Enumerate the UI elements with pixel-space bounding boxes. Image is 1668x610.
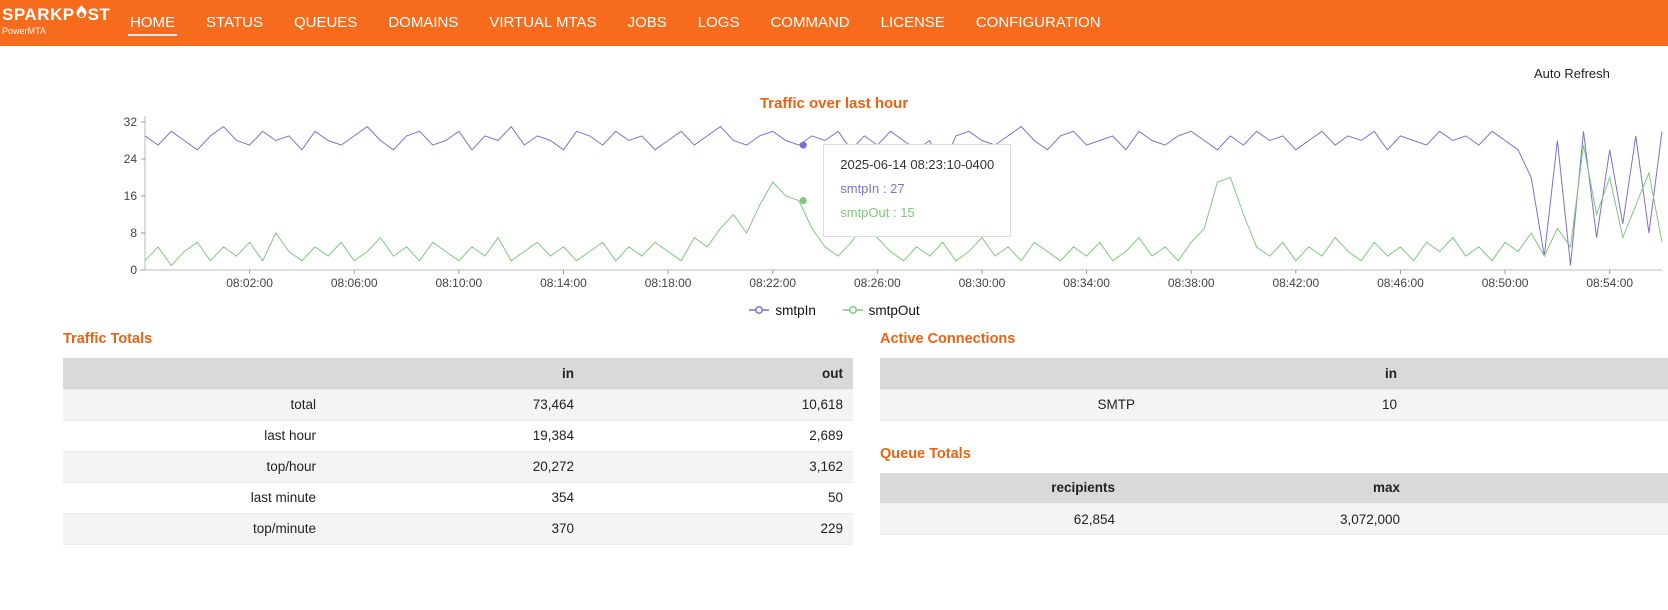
svg-text:08:46:00: 08:46:00 — [1377, 276, 1424, 290]
column-header-recipients: recipients — [880, 473, 1125, 504]
nav-item-queues[interactable]: QUEUES — [292, 10, 359, 36]
nav-item-command[interactable]: COMMAND — [768, 10, 851, 36]
active-connections-table: in SMTP 10 — [880, 358, 1668, 421]
top-nav-bar: SPARKP ST PowerMTA HOME STATUS QUEUES DO… — [0, 0, 1668, 46]
table-row: last minute 354 50 — [63, 482, 853, 513]
smtpout-marker-icon — [842, 304, 864, 316]
svg-text:08:34:00: 08:34:00 — [1063, 276, 1110, 290]
cell-max: 3,072,000 — [1125, 504, 1410, 535]
cell-cut — [1410, 504, 1668, 535]
svg-text:8: 8 — [130, 226, 137, 240]
logo-text-left: SPARKP — [2, 6, 75, 23]
cell-out: 229 — [584, 513, 853, 544]
nav-item-domains[interactable]: DOMAINS — [386, 10, 460, 36]
tooltip-smtpin-value: smtpIn : 27 — [840, 181, 994, 196]
nav-item-jobs[interactable]: JOBS — [626, 10, 669, 36]
svg-text:08:26:00: 08:26:00 — [854, 276, 901, 290]
nav-item-home[interactable]: HOME — [128, 10, 177, 36]
table-row: total 73,464 10,618 — [63, 389, 853, 420]
cell-cut — [1407, 389, 1668, 420]
main-nav: HOME STATUS QUEUES DOMAINS VIRTUAL MTAS … — [128, 0, 1130, 46]
smtpin-marker-icon — [748, 304, 770, 316]
column-header-in: in — [326, 358, 584, 389]
traffic-totals-section: Traffic Totals in out total 73,464 10,61… — [63, 331, 853, 545]
nav-item-license[interactable]: LICENSE — [879, 10, 947, 36]
legend-item-smtpout: smtpOut — [842, 303, 920, 318]
flame-icon — [76, 5, 87, 22]
legend-label-smtpin: smtpIn — [775, 303, 816, 318]
column-header-blank — [63, 358, 326, 389]
svg-text:16: 16 — [124, 189, 138, 203]
tooltip-timestamp: 2025-06-14 08:23:10-0400 — [840, 157, 994, 172]
svg-text:0: 0 — [130, 263, 137, 277]
table-row: top/hour 20,272 3,162 — [63, 451, 853, 482]
row-label: total — [63, 389, 326, 420]
cell-out: 50 — [584, 482, 853, 513]
table-row: SMTP 10 — [880, 389, 1668, 420]
cell-recipients: 62,854 — [880, 504, 1125, 535]
cell-out: 3,162 — [584, 451, 853, 482]
cell-in: 20,272 — [326, 451, 584, 482]
table-row: 62,854 3,072,000 — [880, 504, 1668, 535]
active-connections-heading: Active Connections — [880, 331, 1668, 347]
sparkpost-logo: SPARKP ST PowerMTA — [2, 5, 110, 36]
svg-text:08:02:00: 08:02:00 — [226, 276, 273, 290]
svg-text:32: 32 — [124, 115, 138, 129]
column-header-in: in — [1145, 358, 1407, 389]
cell-in: 19,384 — [326, 420, 584, 451]
queue-totals-table: recipients max 62,854 3,072,000 — [880, 473, 1668, 536]
legend-item-smtpin: smtpIn — [748, 303, 816, 318]
right-column: Active Connections in SMTP 10 Queue Tota… — [880, 331, 1668, 535]
queue-totals-heading: Queue Totals — [880, 446, 1668, 462]
svg-text:08:18:00: 08:18:00 — [645, 276, 692, 290]
svg-text:08:38:00: 08:38:00 — [1168, 276, 1215, 290]
table-header-row: in — [880, 358, 1668, 389]
svg-text:08:30:00: 08:30:00 — [959, 276, 1006, 290]
nav-item-configuration[interactable]: CONFIGURATION — [974, 10, 1103, 36]
svg-text:08:50:00: 08:50:00 — [1482, 276, 1529, 290]
table-header-row: recipients max — [880, 473, 1668, 504]
row-label: last minute — [63, 482, 326, 513]
cell-in: 370 — [326, 513, 584, 544]
chart-tooltip: 2025-06-14 08:23:10-0400 smtpIn : 27 smt… — [823, 144, 1011, 237]
cell-out: 2,689 — [584, 420, 853, 451]
auto-refresh-toggle[interactable]: Auto Refresh — [1534, 66, 1610, 81]
cell-out: 10,618 — [584, 389, 853, 420]
column-header-cut — [1407, 358, 1668, 389]
column-header-max: max — [1125, 473, 1410, 504]
svg-text:08:10:00: 08:10:00 — [436, 276, 483, 290]
cell-in: 354 — [326, 482, 584, 513]
logo-text-right: ST — [88, 6, 111, 23]
table-row: top/minute 370 229 — [63, 513, 853, 544]
row-label: last hour — [63, 420, 326, 451]
traffic-totals-heading: Traffic Totals — [63, 331, 853, 347]
nav-item-virtual-mtas[interactable]: VIRTUAL MTAS — [487, 10, 598, 36]
column-header-blank — [880, 358, 1145, 389]
svg-text:08:54:00: 08:54:00 — [1586, 276, 1633, 290]
table-header-row: in out — [63, 358, 853, 389]
svg-text:08:42:00: 08:42:00 — [1272, 276, 1319, 290]
logo-subtitle: PowerMTA — [2, 27, 110, 36]
tooltip-smtpout-value: smtpOut : 15 — [840, 205, 994, 220]
nav-item-logs[interactable]: LOGS — [696, 10, 742, 36]
column-header-out: out — [584, 358, 853, 389]
svg-text:08:22:00: 08:22:00 — [749, 276, 796, 290]
table-row: last hour 19,384 2,689 — [63, 420, 853, 451]
traffic-totals-table: in out total 73,464 10,618 last hour 19,… — [63, 358, 853, 545]
cell-in: 73,464 — [326, 389, 584, 420]
legend-label-smtpout: smtpOut — [869, 303, 920, 318]
svg-text:08:06:00: 08:06:00 — [331, 276, 378, 290]
nav-item-status[interactable]: STATUS — [204, 10, 265, 36]
chart-title: Traffic over last hour — [0, 95, 1668, 112]
cell-in: 10 — [1145, 389, 1407, 420]
row-label: top/hour — [63, 451, 326, 482]
column-header-cut — [1410, 473, 1668, 504]
row-label: top/minute — [63, 513, 326, 544]
svg-text:24: 24 — [124, 152, 138, 166]
svg-text:08:14:00: 08:14:00 — [540, 276, 587, 290]
chart-legend: smtpIn smtpOut — [0, 302, 1668, 318]
row-label: SMTP — [880, 389, 1145, 420]
